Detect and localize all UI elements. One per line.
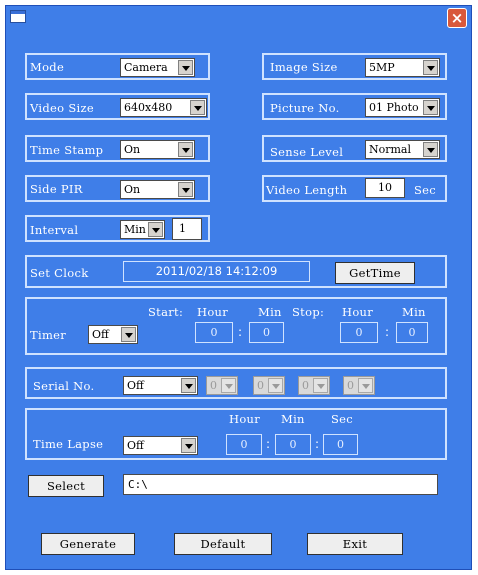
picture-no-label: Picture No. — [270, 101, 340, 115]
chevron-down-icon[interactable] — [178, 182, 193, 197]
sense-level-value: Normal — [369, 143, 412, 156]
image-size-value: 5MP — [369, 61, 395, 74]
time-lapse-sec-input[interactable]: 0 — [323, 434, 358, 455]
side-pir-label: Side PIR — [30, 182, 83, 196]
time-stamp-select[interactable]: On — [120, 140, 195, 159]
sense-level-select[interactable]: Normal — [365, 140, 440, 159]
serial-digit-4-select[interactable]: 0 — [343, 376, 375, 395]
timer-stop-min-label: Min — [402, 305, 426, 319]
picture-no-select[interactable]: 01 Photo — [365, 98, 440, 117]
chevron-down-icon[interactable] — [423, 142, 438, 157]
image-size-select[interactable]: 5MP — [365, 58, 440, 77]
interval-value-input[interactable]: 1 — [172, 218, 202, 240]
timer-start-label: Start: — [148, 305, 184, 319]
video-size-value: 640x480 — [124, 101, 173, 114]
timer-label: Timer — [30, 328, 67, 342]
timer-stop-min-input[interactable]: 0 — [396, 322, 428, 343]
timer-stop-hour-input[interactable]: 0 — [340, 322, 378, 343]
exit-button[interactable]: Exit — [307, 533, 403, 555]
close-button[interactable]: × — [447, 8, 467, 28]
colon-separator: : — [266, 437, 271, 451]
default-button[interactable]: Default — [174, 533, 272, 555]
colon-separator: : — [315, 437, 320, 451]
time-lapse-hour-label: Hour — [229, 412, 261, 426]
time-stamp-label: Time Stamp — [30, 143, 104, 157]
chevron-down-icon[interactable] — [423, 100, 438, 115]
serial-digit-3-value: 0 — [302, 379, 309, 392]
serial-label: Serial No. — [33, 379, 95, 393]
mode-value: Camera — [124, 61, 168, 74]
serial-digit-1-value: 0 — [210, 379, 217, 392]
video-size-select[interactable]: 640x480 — [120, 98, 207, 117]
chevron-down-icon[interactable] — [358, 378, 373, 393]
serial-digit-3-select[interactable]: 0 — [298, 376, 330, 395]
serial-digit-2-select[interactable]: 0 — [253, 376, 285, 395]
clock-display: 2011/02/18 14:12:09 — [123, 261, 310, 282]
timer-start-min-label: Min — [258, 305, 282, 319]
timer-stop-label: Stop: — [292, 305, 325, 319]
colon-separator: : — [385, 325, 390, 339]
time-lapse-value: Off — [127, 439, 144, 452]
chevron-down-icon[interactable] — [313, 378, 328, 393]
interval-unit-select[interactable]: Min — [120, 220, 165, 239]
interval-label: Interval — [30, 223, 79, 237]
chevron-down-icon[interactable] — [121, 327, 136, 342]
time-lapse-hour-input[interactable]: 0 — [226, 434, 262, 455]
video-length-unit: Sec — [414, 183, 437, 197]
chevron-down-icon[interactable] — [268, 378, 283, 393]
video-length-label: Video Length — [266, 183, 348, 197]
video-size-label: Video Size — [30, 101, 94, 115]
colon-separator: : — [238, 325, 243, 339]
path-input[interactable]: C:\ — [123, 474, 438, 495]
chevron-down-icon[interactable] — [221, 378, 236, 393]
timer-start-hour-input[interactable]: 0 — [195, 322, 233, 343]
generate-button[interactable]: Generate — [41, 533, 135, 555]
side-pir-select[interactable]: On — [120, 180, 195, 199]
chevron-down-icon[interactable] — [178, 142, 193, 157]
chevron-down-icon[interactable] — [190, 100, 205, 115]
select-folder-button[interactable]: Select — [28, 475, 104, 497]
chevron-down-icon[interactable] — [178, 60, 193, 75]
serial-value: Off — [127, 379, 144, 392]
chevron-down-icon[interactable] — [181, 438, 196, 453]
time-lapse-label: Time Lapse — [33, 437, 104, 451]
time-lapse-min-input[interactable]: 0 — [275, 434, 311, 455]
serial-select[interactable]: Off — [123, 376, 198, 395]
serial-digit-4-value: 0 — [347, 379, 354, 392]
serial-digit-1-select[interactable]: 0 — [206, 376, 238, 395]
image-size-label: Image Size — [270, 60, 338, 74]
timer-value: Off — [92, 328, 109, 341]
side-pir-value: On — [124, 183, 141, 196]
serial-digit-2-value: 0 — [257, 379, 264, 392]
app-window-icon — [10, 10, 26, 23]
time-lapse-min-label: Min — [281, 412, 305, 426]
chevron-down-icon[interactable] — [423, 60, 438, 75]
time-lapse-select[interactable]: Off — [123, 436, 198, 455]
chevron-down-icon[interactable] — [148, 222, 163, 237]
timer-start-hour-label: Hour — [197, 305, 229, 319]
time-lapse-sec-label: Sec — [331, 412, 354, 426]
get-time-button[interactable]: GetTime — [335, 262, 415, 284]
picture-no-value: 01 Photo — [369, 101, 419, 114]
set-clock-label: Set Clock — [30, 266, 89, 280]
chevron-down-icon[interactable] — [181, 378, 196, 393]
mode-label: Mode — [30, 60, 65, 74]
interval-unit-value: Min — [124, 223, 146, 236]
timer-start-min-input[interactable]: 0 — [249, 322, 284, 343]
time-stamp-value: On — [124, 143, 141, 156]
sense-level-label: Sense Level — [270, 145, 344, 159]
video-length-input[interactable]: 10 — [365, 178, 405, 198]
timer-select[interactable]: Off — [88, 325, 138, 344]
mode-select[interactable]: Camera — [120, 58, 195, 77]
timer-stop-hour-label: Hour — [342, 305, 374, 319]
